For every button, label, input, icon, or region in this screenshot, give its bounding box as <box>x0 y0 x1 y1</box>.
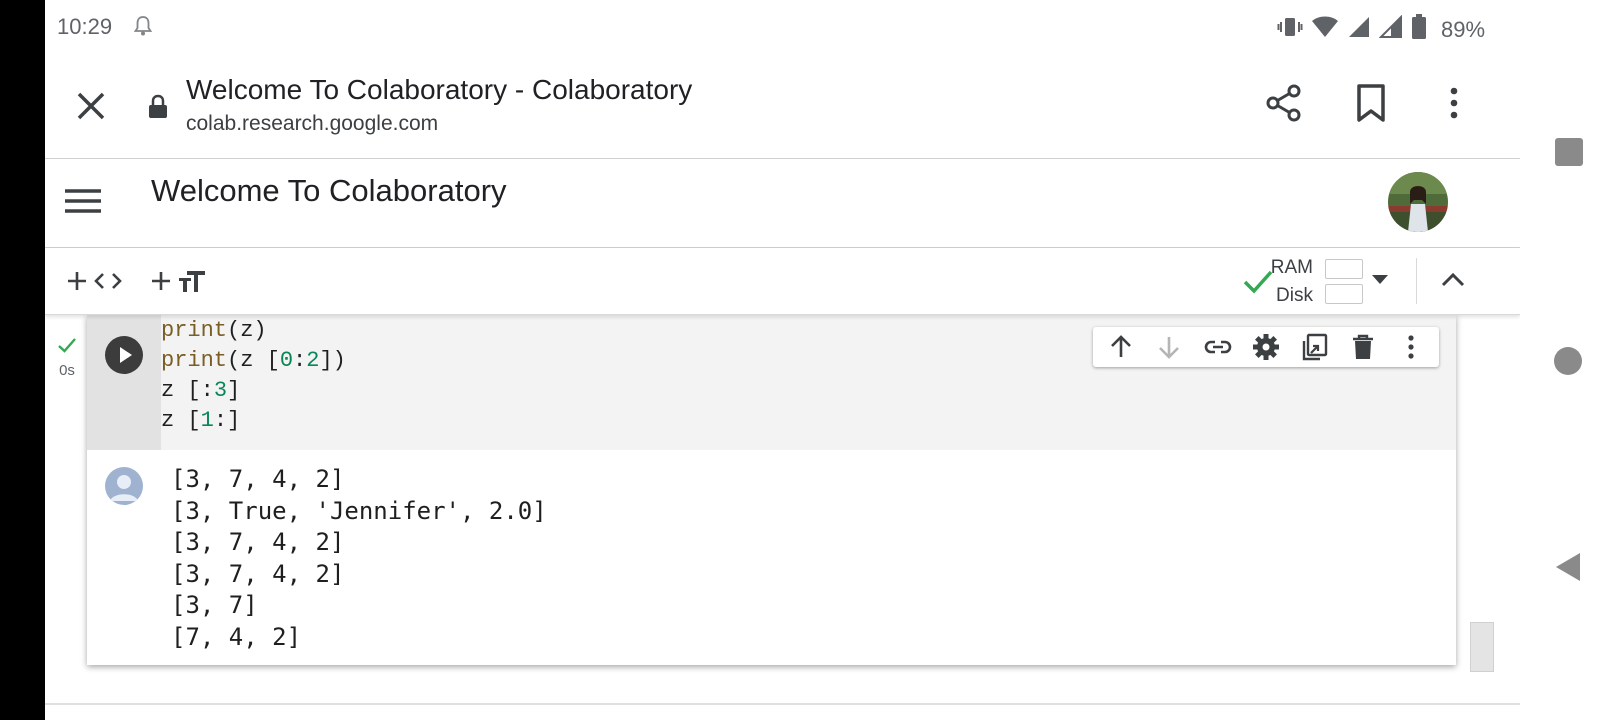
signal-icon <box>1347 15 1371 44</box>
recents-button[interactable] <box>1555 138 1583 166</box>
code-line[interactable]: z [:3] <box>161 376 346 406</box>
more-vert-icon[interactable] <box>1395 331 1427 363</box>
output-line: [3, 7, 4, 2] <box>171 528 345 557</box>
exec-time: 0s <box>59 362 75 379</box>
code-token: print <box>161 318 228 343</box>
menu-icon[interactable] <box>61 179 105 223</box>
status-bar: 10:29 89% <box>45 0 1520 52</box>
output-line: [3, 7, 4, 2] <box>171 465 345 493</box>
android-nav-bar <box>1520 0 1600 720</box>
left-black-margin <box>0 0 45 720</box>
toolbar-divider <box>1416 258 1417 304</box>
run-cell-button[interactable] <box>105 336 143 374</box>
output-line: [3, 7, 4, 2] <box>171 559 345 588</box>
colab-header: Welcome To Colaboratory <box>45 159 1520 248</box>
vibrate-icon <box>1277 15 1303 44</box>
notebook-toolbar: RAM Disk <box>45 248 1520 315</box>
ram-bar <box>1325 259 1363 279</box>
scrollbar-thumb[interactable] <box>1470 622 1494 672</box>
code-token: ] <box>227 378 241 403</box>
signal-icon <box>1378 14 1403 44</box>
share-icon[interactable] <box>1263 82 1305 124</box>
lock-icon[interactable] <box>147 94 169 125</box>
bell-icon <box>133 14 153 43</box>
code-token: z [ <box>161 408 201 433</box>
ram-label: RAM <box>1270 257 1313 278</box>
battery-icon <box>1411 14 1427 45</box>
link-icon[interactable] <box>1202 331 1234 363</box>
add-code-button[interactable] <box>65 260 123 302</box>
output-line: [3, 7] <box>171 591 258 620</box>
output-line: [3, True, 'Jennifer', 2.0] <box>171 496 547 525</box>
app-screen: 10:29 89% Welcome To Colaboratory - Cola… <box>45 0 1520 720</box>
code-token: : <box>293 348 307 373</box>
avatar[interactable] <box>1388 172 1448 232</box>
code-line[interactable]: print(z [0:2]) <box>161 346 346 376</box>
resource-labels[interactable]: RAM Disk <box>1253 254 1313 310</box>
back-button[interactable] <box>1554 551 1584 588</box>
wifi-icon <box>1311 15 1339 44</box>
bottom-divider <box>45 703 1520 705</box>
output-user-icon <box>105 467 143 505</box>
code-cell[interactable]: print(z) print(z [0:2]) z [:3] z [1:] [3… <box>87 315 1456 665</box>
cell-toolbar <box>1093 327 1439 367</box>
code-line[interactable]: z [1:] <box>161 406 346 436</box>
output-line: [7, 4, 2] <box>171 622 302 651</box>
check-icon <box>58 338 76 353</box>
trash-icon[interactable] <box>1347 331 1379 363</box>
bookmark-icon[interactable] <box>1350 82 1392 124</box>
code-line[interactable]: print(z) <box>161 316 346 346</box>
code-token: print <box>161 348 228 373</box>
code-token: 1 <box>200 408 214 433</box>
text-icon <box>179 271 205 292</box>
browser-toolbar: Welcome To Colaboratory - Colaboratory c… <box>45 52 1520 159</box>
code-token: 2 <box>306 348 320 373</box>
cell-output: [3, 7, 4, 2] [3, True, 'Jennifer', 2.0] [3… <box>87 450 1456 665</box>
arrow-up-icon[interactable] <box>1105 331 1137 363</box>
caret-down-icon[interactable] <box>1369 268 1391 295</box>
disk-label: Disk <box>1276 285 1313 306</box>
disk-bar <box>1325 284 1363 304</box>
browser-url[interactable]: colab.research.google.com <box>186 112 438 136</box>
play-icon <box>120 347 132 363</box>
code-icon <box>94 273 122 289</box>
plus-icon <box>152 272 170 290</box>
code-token: 0 <box>279 348 294 373</box>
close-icon[interactable] <box>71 86 111 126</box>
browser-page-title: Welcome To Colaboratory - Colaboratory <box>186 74 693 105</box>
home-button[interactable] <box>1554 347 1582 375</box>
code-token: (z [ <box>227 348 280 373</box>
plus-icon <box>68 272 86 290</box>
cell-gutter <box>87 315 161 450</box>
notebook-area: 0s print(z)print(z [0:2])z [:3]z [1:] <box>45 315 1520 720</box>
status-time: 10:29 <box>57 14 113 39</box>
arrow-down-icon[interactable] <box>1153 331 1185 363</box>
output-text: [3, 7, 4, 2] [3, True, 'Jennifer', 2.0] [3… <box>171 464 547 654</box>
cell-exec-status: 0s <box>57 335 77 379</box>
chevron-up-icon[interactable] <box>1437 264 1469 301</box>
code-token: z [: <box>161 378 214 403</box>
add-text-button[interactable] <box>149 260 207 302</box>
code-text[interactable]: print(z) print(z [0:2]) z [:3] z [1:] <box>161 316 346 436</box>
more-vert-icon[interactable] <box>1433 82 1475 124</box>
code-token: 3 <box>213 378 228 403</box>
status-icons: 89% <box>1277 14 1485 45</box>
mirror-cell-icon[interactable] <box>1298 331 1330 363</box>
battery-percent: 89% <box>1441 16 1486 42</box>
resource-bars[interactable] <box>1325 254 1363 309</box>
code-token: ]) <box>319 348 346 373</box>
gear-icon[interactable] <box>1250 331 1282 363</box>
code-token: :] <box>213 408 241 433</box>
code-token: (z) <box>227 318 267 343</box>
notebook-title[interactable]: Welcome To Colaboratory <box>151 173 507 209</box>
